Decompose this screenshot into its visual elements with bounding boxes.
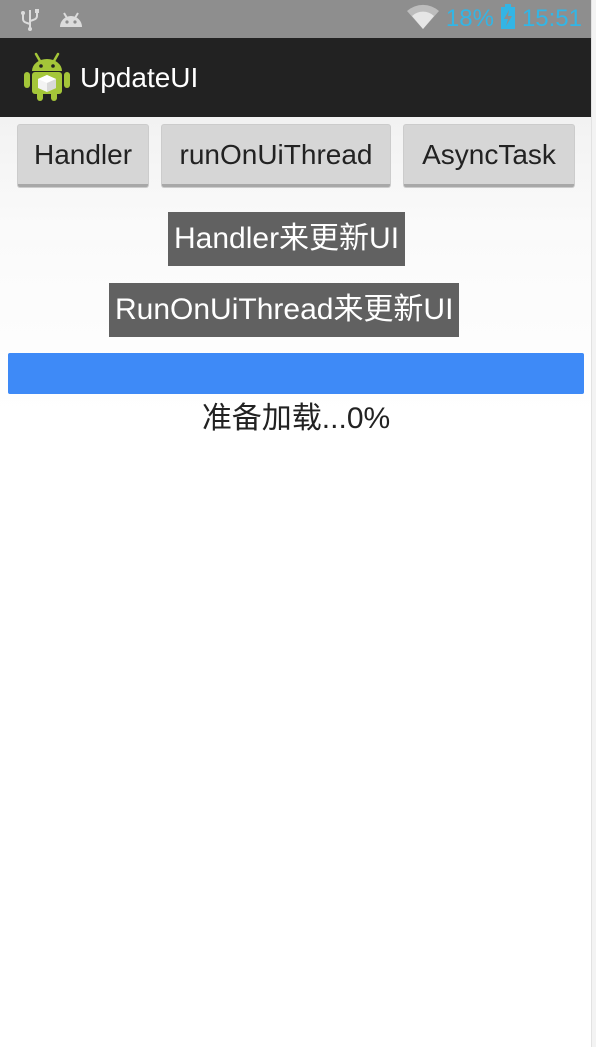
status-bar: 18% 15:51 (0, 0, 592, 38)
progress-bar (8, 353, 584, 394)
wifi-icon (406, 3, 440, 35)
android-app-icon (24, 52, 70, 102)
battery-percent: 18% (445, 5, 494, 32)
action-bar: UpdateUI (0, 38, 592, 117)
async-task-button[interactable]: AsyncTask (404, 125, 574, 187)
run-on-ui-thread-button[interactable]: runOnUiThread (162, 125, 390, 187)
progress-fill (8, 353, 584, 394)
status-bar-system: 18% 15:51 (406, 3, 582, 35)
battery-charging-icon (500, 4, 516, 34)
status-time: 15:51 (521, 5, 582, 32)
usb-icon (20, 7, 40, 35)
app-title: UpdateUI (80, 62, 199, 93)
handler-button[interactable]: Handler (18, 125, 148, 187)
status-bar-notifications (20, 7, 84, 35)
handler-update-label: Handler来更新UI (168, 212, 406, 266)
scroll-edge (591, 0, 596, 1047)
run-on-ui-thread-update-label: RunOnUiThread来更新UI (109, 283, 460, 337)
main-content: Handler runOnUiThread AsyncTask Handler来… (0, 117, 592, 1047)
android-debug-icon (58, 9, 84, 33)
progress-status-text: 准备加载...0% (201, 402, 391, 435)
